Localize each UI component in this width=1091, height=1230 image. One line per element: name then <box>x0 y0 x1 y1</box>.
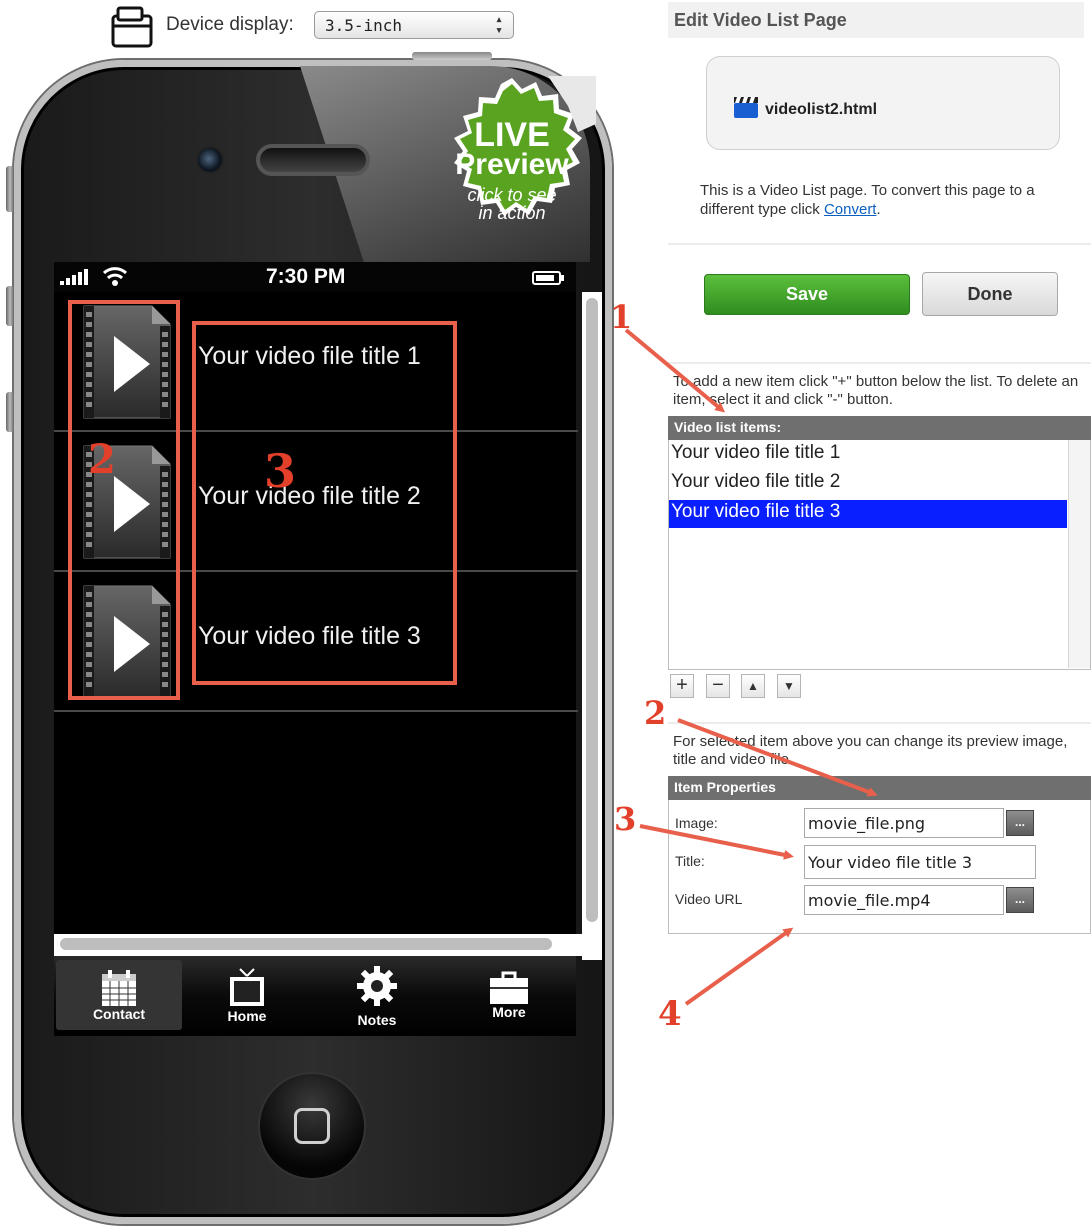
arrow-2 <box>677 718 878 797</box>
arrow-1 <box>624 328 726 413</box>
arrow-4 <box>684 927 794 1006</box>
arrow-3 <box>639 824 794 860</box>
annotation-number-4: 4 <box>658 994 682 1034</box>
annotation-number-3: 3 <box>614 800 637 838</box>
annotation-arrows <box>624 328 878 1006</box>
annotation-number-1: 1 <box>610 298 633 336</box>
annotation-number-2: 2 <box>644 694 667 732</box>
